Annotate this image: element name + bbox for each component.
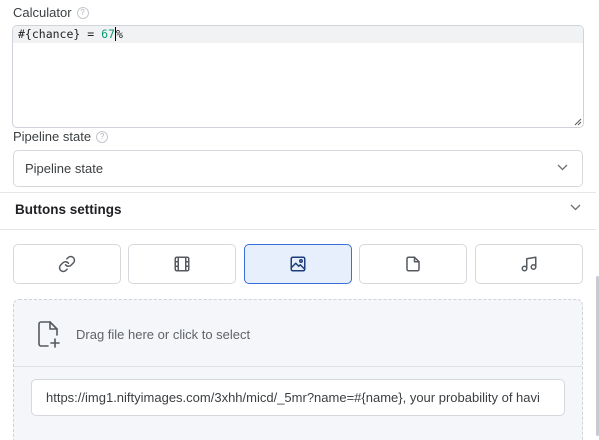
file-type-button[interactable] [359,244,467,284]
link-type-button[interactable] [13,244,121,284]
image-icon [290,256,306,272]
help-icon[interactable]: ? [96,130,109,143]
chevron-down-icon[interactable] [570,204,581,211]
section-divider [0,229,596,230]
code-text: #{chance} = [18,27,102,41]
calculator-editor[interactable]: #{chance} = 67% [12,25,584,128]
code-suffix: % [115,27,123,41]
help-icon[interactable]: ? [76,6,89,19]
resize-handle-icon[interactable] [574,118,582,126]
file-dropzone[interactable]: Drag file here or click to select [13,299,583,440]
calculator-label-text: Calculator [13,5,72,20]
buttons-settings-title[interactable]: Buttons settings [15,202,122,217]
dropzone-text: Drag file here or click to select [76,326,251,342]
dropzone-prompt[interactable]: Drag file here or click to select [36,320,250,348]
image-type-button[interactable] [244,244,352,284]
pipeline-state-value: Pipeline state [25,161,104,176]
film-icon [174,256,190,272]
code-number: 67 [101,27,115,41]
pipeline-state-label: Pipeline state ? [13,129,109,144]
video-type-button[interactable] [128,244,236,284]
music-icon [521,256,537,272]
dropzone-divider [14,366,582,367]
section-divider [0,192,596,193]
file-add-icon [38,321,60,348]
audio-type-button[interactable] [475,244,583,284]
chevron-down-icon [557,164,568,171]
link-icon [58,255,76,273]
pipeline-state-select[interactable]: Pipeline state [13,150,583,187]
file-icon [406,256,420,272]
image-url-input[interactable] [31,379,565,416]
calculator-code-line[interactable]: #{chance} = 67% [13,26,583,43]
pipeline-state-label-text: Pipeline state [13,129,92,144]
calculator-label: Calculator ? [13,5,89,20]
